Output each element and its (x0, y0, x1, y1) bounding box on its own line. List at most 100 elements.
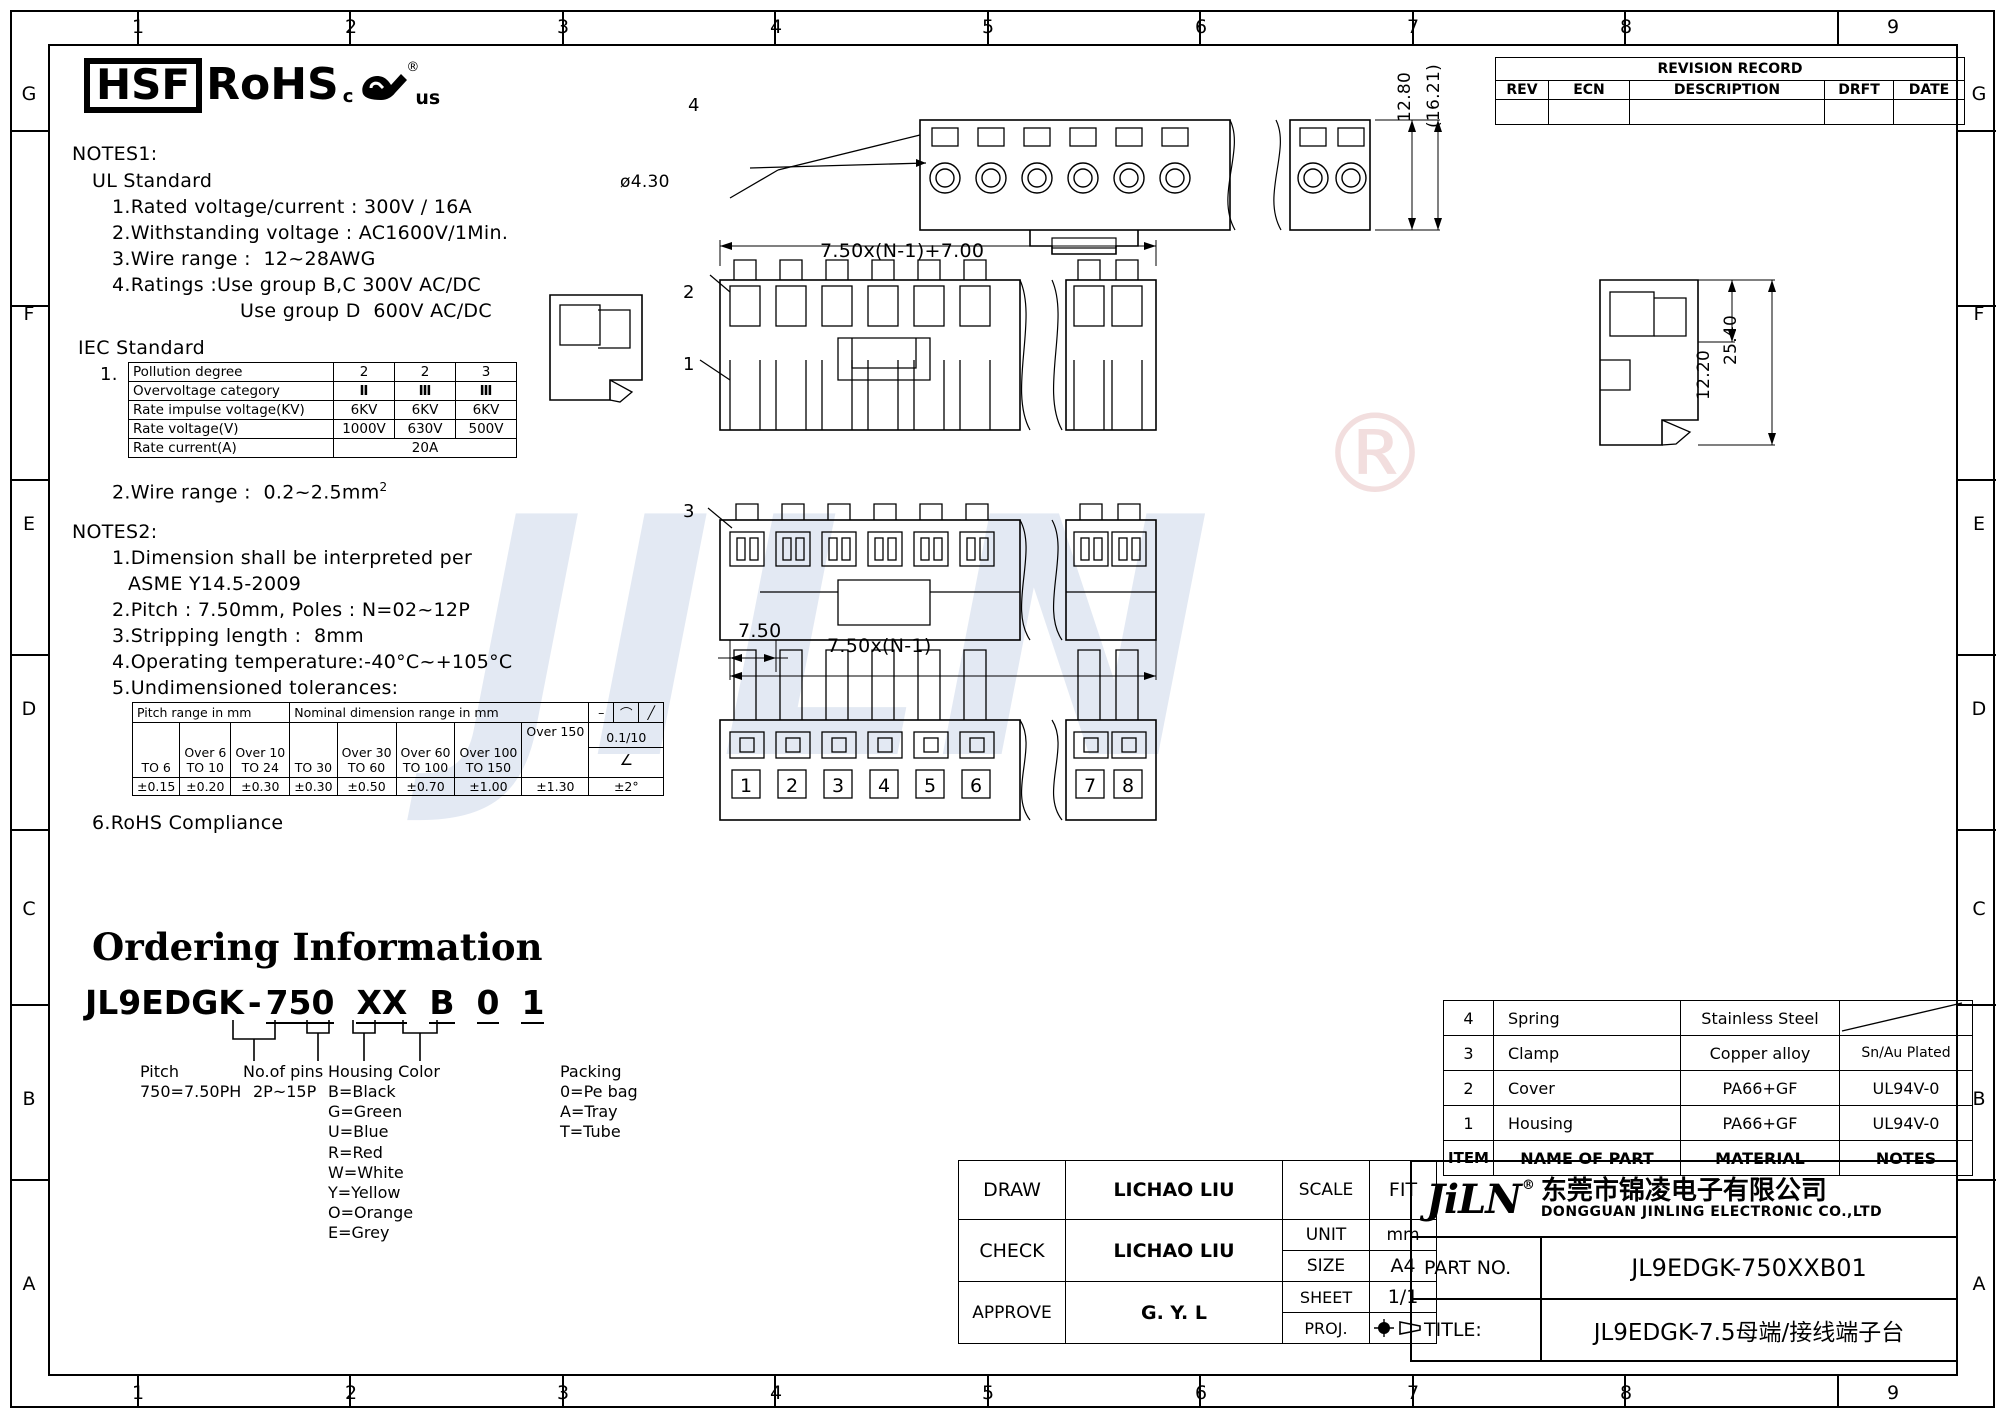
ordering-code-rev: 1 (521, 983, 545, 1024)
iec-label-impulse: Rate impulse voltage(KV) (128, 400, 334, 420)
dim-height-12-80: 12.80 (1395, 71, 1415, 122)
zone-label-bottom-9: 9 (1886, 1382, 1900, 1404)
zone-label-left-g: G (21, 83, 37, 105)
notes2-item-7: 6.RoHS Compliance (92, 812, 284, 834)
iec-row-impulse-voltage: Rate impulse voltage(KV) 6KV 6KV 6KV (128, 400, 517, 420)
notes1-ul-heading: UL Standard (92, 170, 213, 192)
tol-header-nominal: Nominal dimension range in mm (289, 702, 590, 723)
tol-value-1: ±0.15 (131, 777, 181, 796)
zone-label-top-5: 5 (981, 16, 995, 38)
ordering-legend-pins-line-1: 2P~15P (253, 1082, 317, 1102)
zone-label-bottom-3: 3 (556, 1382, 570, 1404)
ordering-legend-color-line-6: Y=Yellow (328, 1182, 401, 1202)
zone-label-top-6: 6 (1194, 16, 1208, 38)
zone-label-top-9: 9 (1886, 16, 1900, 38)
iec-val-impulse-1: 6KV (333, 400, 395, 420)
zone-label-bottom-8: 8 (1619, 1382, 1633, 1404)
notes1-heading: NOTES1: (72, 143, 158, 165)
tol-value-6: ±0.70 (395, 777, 456, 796)
zone-label-bottom-7: 7 (1406, 1382, 1420, 1404)
ordering-legend-color-line-3: U=Blue (328, 1122, 389, 1142)
callout-2: 2 (683, 282, 695, 303)
iec-val-overvoltage-2: Ⅲ (394, 381, 456, 401)
ordering-title: Ordering Information (92, 925, 543, 969)
titleblock-sheet-label: SHEET (1282, 1281, 1370, 1313)
tol-values-row: ±0.15 ±0.20 ±0.30 ±0.30 ±0.50 ±0.70 ±1.0… (131, 777, 665, 796)
tol-value-2: ±0.20 (179, 777, 232, 796)
iec-val-pollution-2: 2 (394, 362, 456, 382)
ordering-legend-pins-title: No.of pins (243, 1062, 324, 1081)
dim-depth-12-20: 12.20 (1694, 349, 1714, 400)
iec-val-overvoltage-3: Ⅲ (455, 381, 517, 401)
iec-val-overvoltage-1: Ⅱ (333, 381, 395, 401)
tol-col-5-to: TO 60 (347, 760, 386, 776)
zone-label-left-e: E (22, 513, 35, 535)
iec-row-overvoltage-category: Overvoltage category Ⅱ Ⅲ Ⅲ (128, 381, 517, 401)
ordering-legend-pitch-line-1: 750=7.50PH (140, 1082, 242, 1102)
titleblock-draw-row: DRAW LICHAO LIU SCALE FIT (958, 1160, 1437, 1220)
titleblock-approve-value: G. Y. L (1065, 1281, 1283, 1344)
pin-number-1: 1 (740, 775, 752, 797)
zone-label-bottom-5: 5 (981, 1382, 995, 1404)
callout-3: 3 (683, 501, 695, 522)
view-top-front-face (729, 119, 1442, 255)
ordering-legend-color-line-2: G=Green (328, 1102, 403, 1122)
zone-label-left-f: F (23, 303, 35, 325)
tol-col-5: Over 30 TO 60 (336, 722, 397, 778)
notes1-item-3: 3.Wire range : 12~28AWG (112, 248, 376, 270)
tol-col-8: Over 150 (521, 722, 590, 778)
notes1-item-4: 4.Ratings :Use group B,C 300V AC/DC (112, 274, 481, 296)
zone-label-bottom-1: 1 (131, 1382, 145, 1404)
undimensioned-tolerance-table: Pitch range in mm Nominal dimension rang… (131, 702, 665, 796)
company-name-en: DONGGUAN JINLING ELECTRONIC CO.,LTD (1540, 1204, 1883, 1221)
tol-value-8: ±1.30 (521, 777, 590, 796)
notes1-item-2: 2.Withstanding voltage : AC1600V/1Min. (112, 222, 509, 244)
titleblock-sheet-row: APPROVE G. Y. L SHEET 1/1 (958, 1281, 1437, 1344)
notes1-wire-range: 2.Wire range : 0.2~2.5mm2 (112, 480, 387, 505)
company-logo-text: JiLN (1426, 1175, 1522, 1223)
tol-col-6-over: Over 60 (400, 744, 451, 760)
tol-col-3: Over 10 TO 24 (230, 722, 291, 778)
ul-us-label: us (415, 86, 441, 109)
tol-col-1: TO 6 (131, 722, 181, 778)
ul-mark-icon: ® (357, 60, 419, 106)
zone-label-left-a: A (22, 1273, 36, 1295)
iec-label-pollution-degree: Pollution degree (128, 362, 334, 382)
pin-number-2: 2 (786, 775, 798, 797)
notes1-wire-range-text: 2.Wire range : 0.2~2.5mm (112, 481, 380, 504)
tol-header-row: Pitch range in mm Nominal dimension rang… (131, 702, 665, 723)
dim-pitch-formula: 7.50x(N-1) (827, 635, 932, 657)
tol-header-pitch: Pitch range in mm (131, 702, 291, 723)
iec-row-rate-current: Rate current(A) 20A (128, 438, 517, 458)
dim-pitch-single: 7.50 (738, 620, 782, 642)
tol-col-2-to: TO 10 (186, 760, 224, 776)
dim-length-formula: 7.50x(N-1)+7.00 (820, 240, 985, 262)
company-name-cn: 东莞市锦凌电子有限公司 (1540, 1176, 1827, 1206)
zone-label-top-7: 7 (1406, 16, 1420, 38)
tol-col-7: Over 100 TO 150 (454, 722, 523, 778)
zone-label-top-3: 3 (556, 16, 570, 38)
iec-label-rate-current: Rate current(A) (128, 438, 334, 458)
zone-label-top-1: 1 (131, 16, 145, 38)
notes1-item-5: Use group D 600V AC/DC (240, 300, 492, 322)
tol-col-4-to: TO 30 (294, 760, 333, 776)
ordering-legend-color-line-4: R=Red (328, 1142, 383, 1162)
company-logo: JiLN ® (1426, 1175, 1535, 1223)
iec-val-rate-voltage-2: 630V (394, 419, 456, 439)
zone-label-bottom-2: 2 (344, 1382, 358, 1404)
zone-label-top-2: 2 (344, 16, 358, 38)
ul-registered-mark: ® (406, 60, 420, 76)
titleblock-draw-label: DRAW (958, 1160, 1066, 1220)
revision-title: REVISION RECORD (1495, 57, 1965, 81)
tol-col-1-to: TO 6 (141, 760, 171, 776)
ordering-legend-color-line-5: W=White (328, 1162, 404, 1182)
partno-label: PART NO. (1412, 1238, 1542, 1298)
iec-row-rate-voltage: Rate voltage(V) 1000V 630V 500V (128, 419, 517, 439)
titleblock-draw-value: LICHAO LIU (1065, 1160, 1283, 1220)
tol-col-3-to: TO 24 (241, 760, 279, 776)
zone-label-bottom-4: 4 (769, 1382, 783, 1404)
titleblock-size-label: SIZE (1282, 1250, 1370, 1282)
titleblock-unit-row: CHECK LICHAO LIU UNIT mm (958, 1219, 1437, 1282)
iec-val-pollution-3: 3 (455, 362, 517, 382)
tol-col-7-to: TO 150 (465, 760, 512, 776)
